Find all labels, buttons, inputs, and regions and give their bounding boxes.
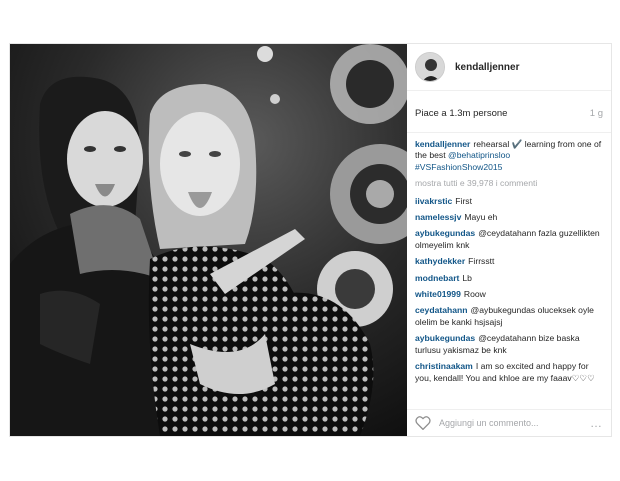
comment-username[interactable]: namelessjv <box>415 212 461 222</box>
caption-hashtag[interactable]: #VSFashionShow2015 <box>415 162 502 172</box>
comment-item: modnebart Lb <box>415 273 603 284</box>
comment-footer: Aggiungi un commento... … <box>407 409 611 436</box>
photo-image <box>10 44 407 436</box>
post-header: kendalljenner <box>407 44 611 91</box>
more-options-icon[interactable]: … <box>590 416 603 430</box>
comment-text: Roow <box>463 289 486 300</box>
avatar[interactable] <box>415 52 445 82</box>
comment-item: christinaakam I am so excited and happy f… <box>415 361 603 384</box>
comment-username[interactable]: kathydekker <box>415 256 465 266</box>
comment-text: Lb <box>462 272 472 283</box>
comment-username[interactable]: modnebart <box>415 273 459 283</box>
comment-username[interactable]: christinaakam <box>415 361 473 371</box>
post-time[interactable]: 1 g <box>590 108 603 122</box>
heart-icon[interactable] <box>415 416 431 430</box>
comment-username[interactable]: white01999 <box>415 289 461 299</box>
post-caption: kendalljenner rehearsal ✔️ learning from … <box>415 139 603 173</box>
comments-section: kendalljenner rehearsal ✔️ learning from … <box>415 139 603 384</box>
view-all-comments-link[interactable]: mostra tutti e 39,978 i commenti <box>415 178 603 189</box>
instagram-post: kendalljenner Piace a 1.3m persone 1 g k… <box>9 43 612 437</box>
comment-text: Firrsstt <box>468 256 495 267</box>
comment-item: ceydatahann @aybukegundas oluceksek oyle … <box>415 305 603 328</box>
avatar-image <box>416 53 444 81</box>
caption-username[interactable]: kendalljenner <box>415 139 470 149</box>
add-comment-input[interactable]: Aggiungi un commento... <box>439 418 590 428</box>
post-username[interactable]: kendalljenner <box>455 62 519 73</box>
likes-row: Piace a 1.3m persone 1 g <box>407 108 611 133</box>
comment-item: aybukegundas @ceydatahann bize baska turl… <box>415 333 603 356</box>
comment-username[interactable]: iivakrstic <box>415 196 452 206</box>
post-side-panel: kendalljenner Piace a 1.3m persone 1 g k… <box>407 44 611 436</box>
comment-item: namelessjv Mayu eh <box>415 212 603 223</box>
comment-item: iivakrstic First <box>415 196 603 207</box>
caption-mention[interactable]: @behatiprinsloo <box>448 150 510 160</box>
comment-username[interactable]: ceydatahann <box>415 305 468 315</box>
likes-count[interactable]: Piace a 1.3m persone <box>415 108 507 122</box>
comment-item: white01999 Roow <box>415 289 603 300</box>
comment-item: aybukegundas @ceydatahann fazla guzellikt… <box>415 228 603 251</box>
post-photo[interactable] <box>10 44 407 436</box>
comment-username[interactable]: aybukegundas <box>415 228 475 238</box>
comment-username[interactable]: aybukegundas <box>415 333 475 343</box>
comment-list: iivakrstic First namelessjv Mayu eh aybukegu… <box>415 196 603 384</box>
comment-text: First <box>455 195 472 206</box>
comment-item: kathydekker Firrsstt <box>415 256 603 267</box>
comment-text: Mayu eh <box>464 212 498 223</box>
